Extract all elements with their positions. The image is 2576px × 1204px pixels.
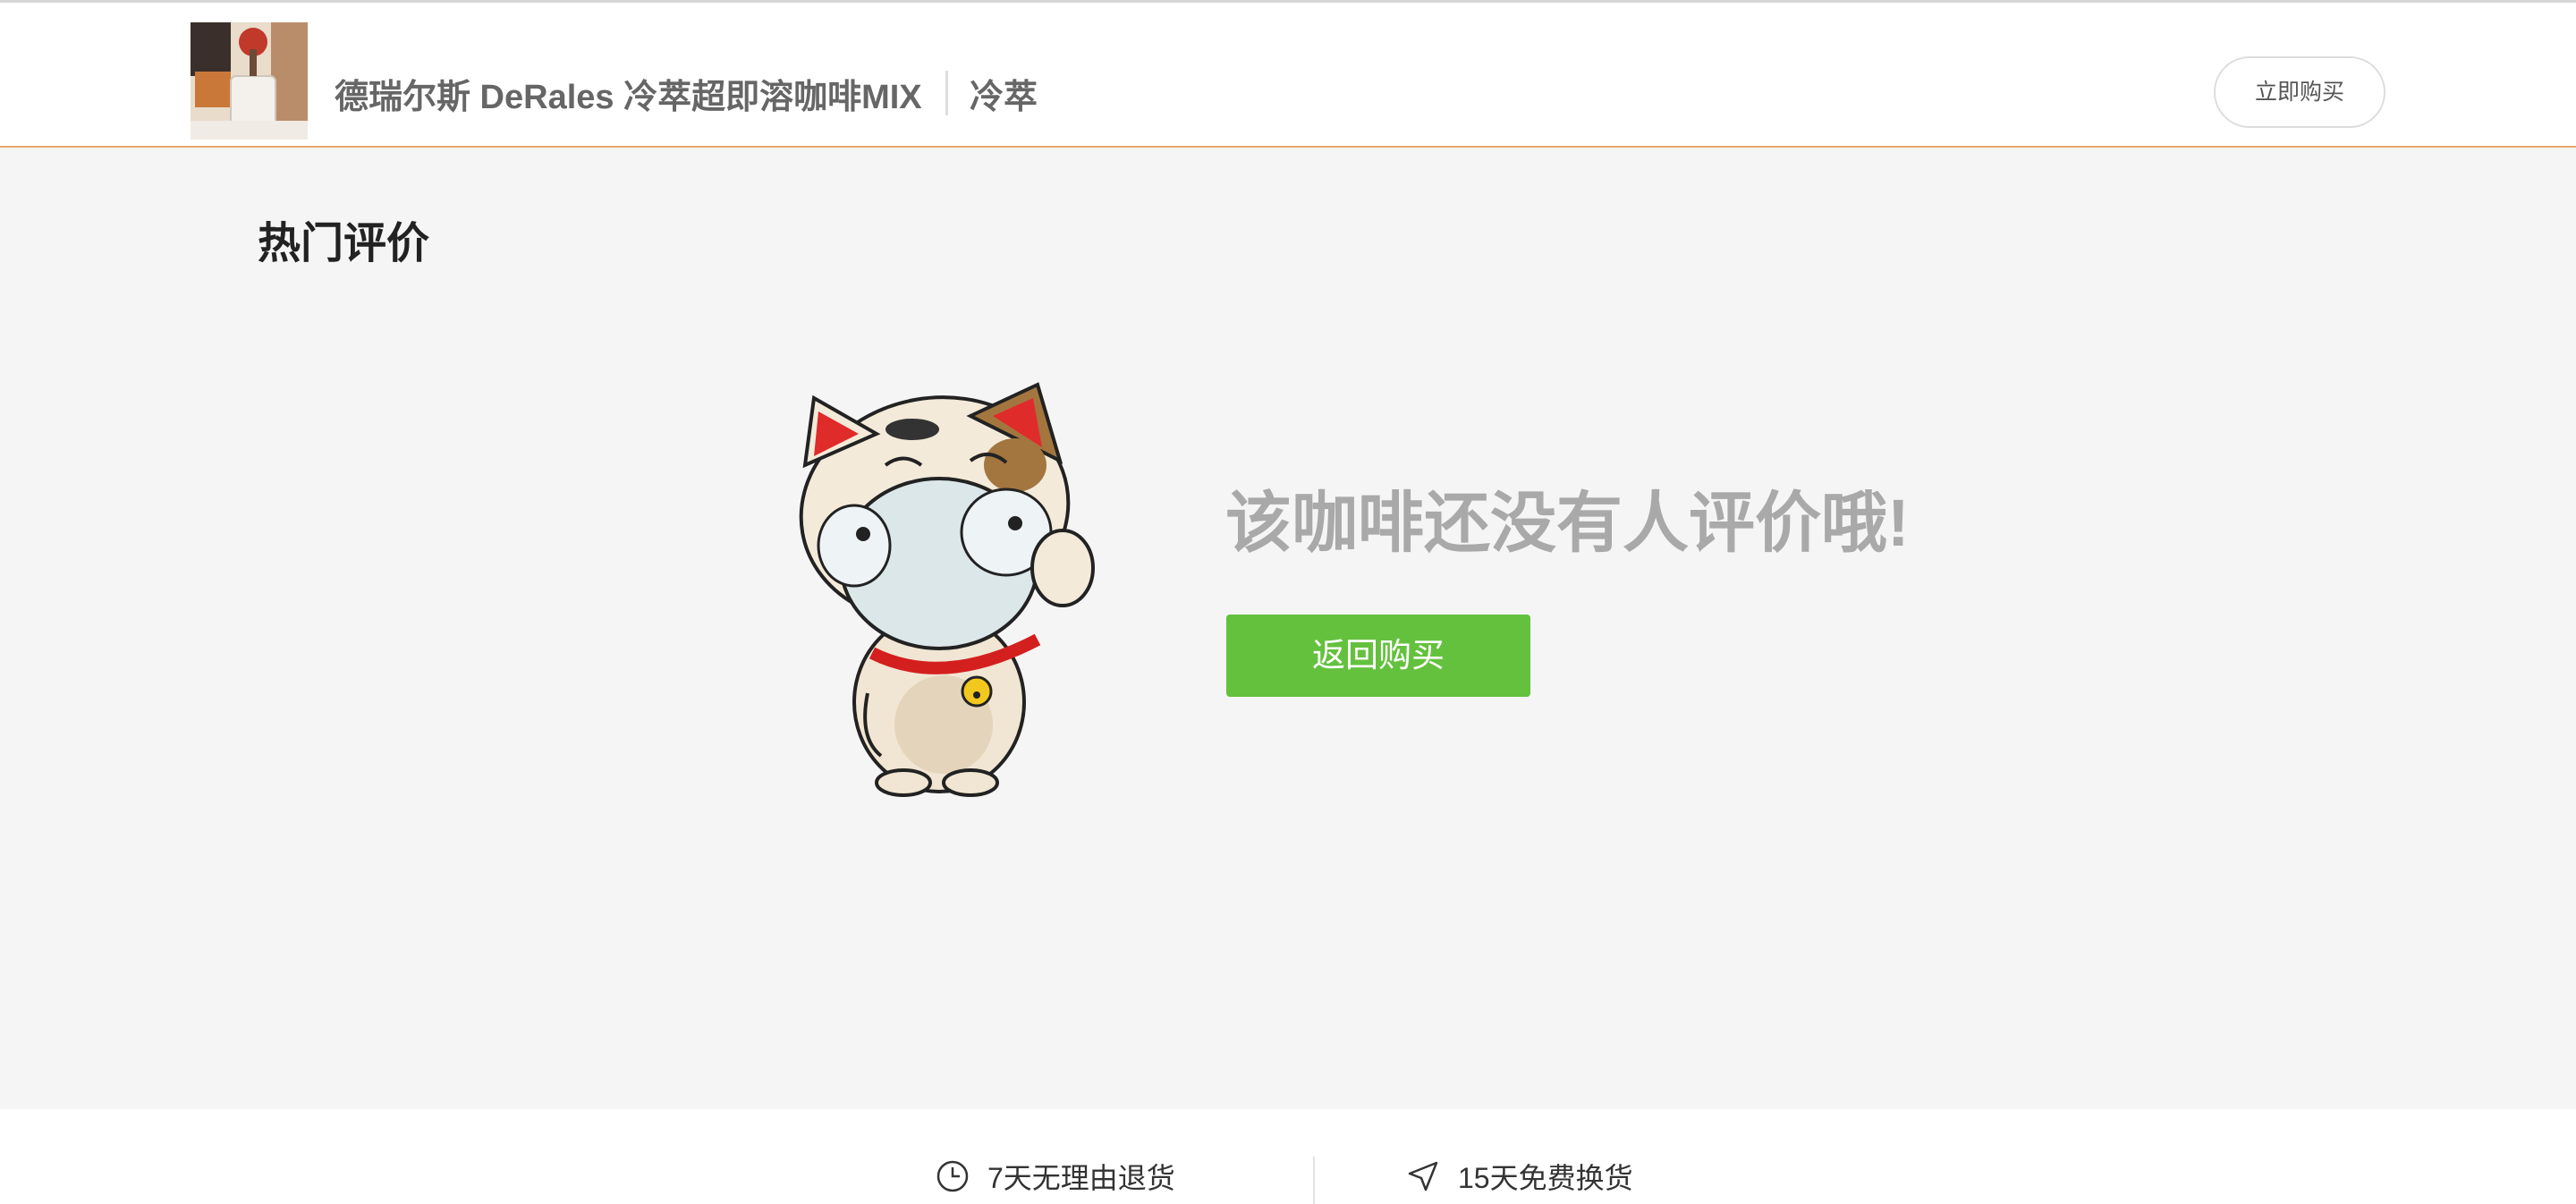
buy-now-button[interactable]: 立即购买 xyxy=(2214,56,2385,128)
back-to-buy-button[interactable]: 返回购买 xyxy=(1226,615,1530,697)
service-item-returns: 7天无理由退货 xyxy=(936,1156,1175,1197)
service-footer: 7天无理由退货 15天免费换货 xyxy=(0,1109,2576,1204)
section-title: 热门评价 xyxy=(258,220,430,267)
footer-divider xyxy=(1313,1157,1315,1204)
empty-reviews-message: 该咖啡还没有人评价哦! xyxy=(1225,486,1910,560)
product-variant: 冷萃 xyxy=(970,79,1038,116)
service-item-exchange: 15天免费换货 xyxy=(1406,1156,1633,1197)
lucky-cat-illustration xyxy=(778,380,1100,801)
service-label: 7天无理由退货 xyxy=(987,1162,1175,1194)
title-divider xyxy=(945,71,948,115)
product-header: 德瑞尔斯 DeRales 冷萃超即溶咖啡MIX 冷萃 立即购买 xyxy=(0,0,2576,148)
product-title: 德瑞尔斯 DeRales 冷萃超即溶咖啡MIX xyxy=(335,79,922,116)
clock-icon xyxy=(936,1159,970,1193)
service-label: 15天免费换货 xyxy=(1458,1162,1633,1194)
product-thumbnail[interactable] xyxy=(191,22,308,140)
send-arrow-icon xyxy=(1406,1159,1440,1193)
